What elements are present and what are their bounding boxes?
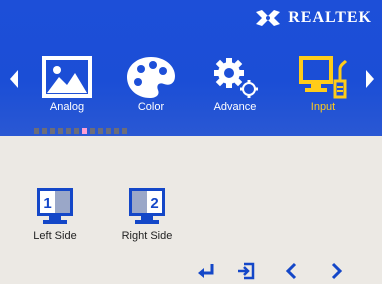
page-indicator xyxy=(34,128,127,134)
brand: REALTEK xyxy=(254,8,372,28)
page-dot xyxy=(122,128,127,134)
menu-item-label: Color xyxy=(137,101,165,113)
page-dot xyxy=(34,128,39,134)
brand-name: REALTEK xyxy=(288,9,372,26)
page-dot xyxy=(58,128,63,134)
picture-icon xyxy=(42,56,92,98)
menu-item-label: Advance xyxy=(213,101,257,113)
palette-icon xyxy=(127,57,175,98)
option-number: 1 xyxy=(43,195,51,212)
realtek-logo-icon xyxy=(256,10,281,26)
page-dot xyxy=(42,128,47,134)
page-dot xyxy=(74,128,79,134)
page-dot xyxy=(50,128,55,134)
menu-item-advance[interactable]: Advance xyxy=(200,55,270,113)
menu-item-label: Input xyxy=(310,101,336,113)
option-right-side[interactable]: 2 Right Side xyxy=(112,186,182,242)
option-label: Left Side xyxy=(33,230,77,242)
menu-item-input[interactable]: Input xyxy=(288,55,358,113)
page-dot xyxy=(66,128,71,134)
gears-icon xyxy=(214,58,258,98)
option-label: Right Side xyxy=(121,230,173,242)
page-dot xyxy=(114,128,119,134)
monitor-right-icon: 2 xyxy=(129,188,165,224)
menu-item-analog[interactable]: Analog xyxy=(32,55,102,113)
nav-left-arrow-icon[interactable] xyxy=(10,70,18,88)
page-dot xyxy=(98,128,103,134)
page-dot xyxy=(90,128,95,134)
monitor-icon xyxy=(299,56,348,99)
page-dot xyxy=(82,128,87,134)
chevron-left-icon[interactable] xyxy=(282,262,302,280)
menu-item-label: Analog xyxy=(49,101,85,113)
option-left-side[interactable]: 1 Left Side xyxy=(20,186,90,242)
page-dot xyxy=(106,128,111,134)
exit-icon[interactable] xyxy=(236,262,256,280)
monitor-left-icon: 1 xyxy=(37,188,73,224)
menu-item-color[interactable]: Color xyxy=(116,55,186,113)
top-menu-panel: REALTEK Analog Color Advance Input xyxy=(0,0,382,136)
enter-icon[interactable] xyxy=(196,262,216,280)
chevron-right-icon[interactable] xyxy=(326,262,346,280)
option-number: 2 xyxy=(150,195,158,212)
nav-right-arrow-icon[interactable] xyxy=(366,70,374,88)
